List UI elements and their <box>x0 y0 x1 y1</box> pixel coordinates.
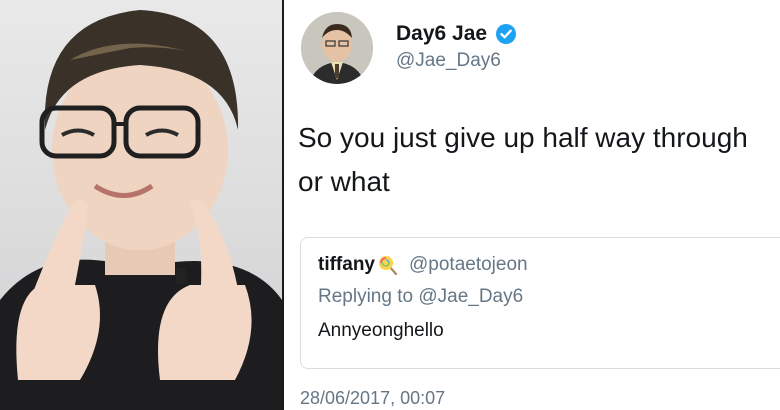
person-photo-illustration <box>0 10 282 410</box>
quoted-tweet-text: Annyeonghello <box>318 320 444 341</box>
profile-photo <box>0 0 282 410</box>
replying-to-line: Replying to @Jae_Day6 <box>318 286 523 308</box>
tweet-timestamp[interactable]: 28/06/2017, 00:07 <box>300 388 445 409</box>
tweet-text-line-2: or what <box>298 166 390 197</box>
author-handle[interactable]: @Jae_Day6 <box>396 50 501 72</box>
replying-to-label: Replying to <box>318 286 419 307</box>
tweet-text: So you just give up half way through or … <box>298 116 776 204</box>
quoted-tweet[interactable]: tiffany @potaetojeon Replying to @Jae_Da… <box>300 237 780 369</box>
quoted-author-name: tiffany <box>318 254 375 275</box>
author-name-row: Day6 Jae <box>396 22 517 46</box>
quoted-author-handle: @potaetojeon <box>409 254 528 275</box>
avatar-image <box>301 12 373 84</box>
tweet-card: Day6 Jae @Jae_Day6 So you just give up h… <box>284 0 780 410</box>
avatar[interactable] <box>301 12 373 84</box>
tweet-text-line-1: So you just give up half way through <box>298 122 748 153</box>
author-display-name[interactable]: Day6 Jae <box>396 22 487 46</box>
verified-badge-icon <box>495 23 517 45</box>
replying-to-handle[interactable]: @Jae_Day6 <box>418 286 523 307</box>
quoted-tweet-header: tiffany @potaetojeon <box>318 254 528 276</box>
lollipop-icon <box>377 254 399 276</box>
